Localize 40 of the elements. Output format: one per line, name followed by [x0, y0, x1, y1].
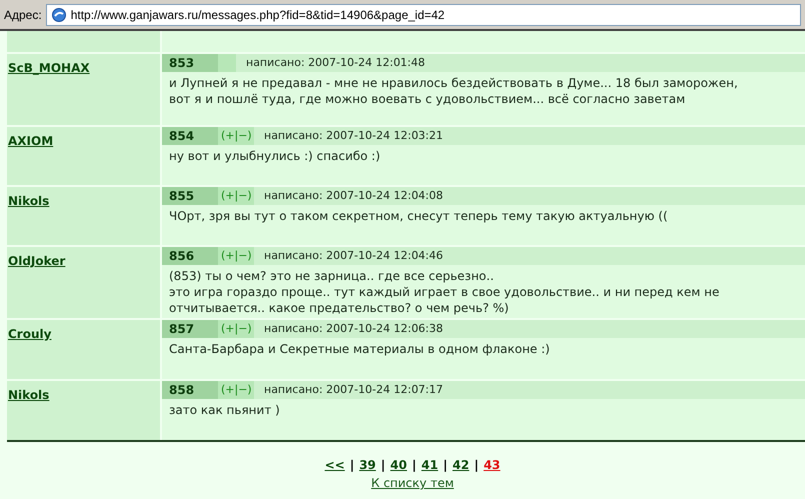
page-link[interactable]: 43	[484, 456, 500, 474]
author-link[interactable]: AXIOM	[8, 134, 54, 148]
author-link[interactable]: Crouly	[8, 327, 52, 341]
post-date: написано: 2007-10-24 12:03:21	[264, 128, 444, 144]
post-text: Санта-Барбара и Секретные материалы в одном флаконе :)	[168, 341, 551, 357]
post-date: написано: 2007-10-24 12:01:48	[246, 54, 426, 71]
author-link[interactable]: Nikols	[8, 194, 50, 208]
globe-icon	[50, 6, 67, 22]
page-link[interactable]: 42	[452, 456, 470, 474]
topic-list-link[interactable]: К списку тем	[371, 474, 454, 492]
author-link[interactable]: ScB_MOHAX	[8, 61, 90, 75]
separator: |	[443, 457, 448, 474]
post-text: ну вот и улыбнулись :) спасибо :)	[168, 148, 382, 164]
page-link[interactable]: 39	[359, 456, 376, 474]
post-date: написано: 2007-10-24 12:04:08	[264, 188, 444, 204]
post-number: 854	[162, 127, 218, 145]
post-date: написано: 2007-10-24 12:04:46	[264, 248, 444, 264]
address-label: Адрес:	[4, 6, 42, 24]
post-text: ЧОрт, зря вы тут о таком секретном, снесут теперь тему такую актуальную ((	[168, 208, 669, 224]
page-link[interactable]: 40	[390, 456, 407, 474]
post-date: написано: 2007-10-24 12:07:17	[264, 382, 444, 398]
separator: |	[350, 457, 354, 474]
author-link[interactable]: OldJoker	[8, 254, 66, 268]
post-text: (853) ты о чем? это не зарница.. где все серьезно.. это игра гораздо проще.. тут каждый играет в свое удовольствие.. и ни перед кем не отчитывается.. какое предательство? о чем речь? %)	[168, 268, 720, 316]
post-date: написано: 2007-10-24 12:06:38	[264, 320, 444, 337]
page-link[interactable]: <<	[324, 456, 345, 474]
post-number: 856	[162, 247, 218, 265]
post-number: 855	[162, 187, 218, 205]
post-text: зато как пьянит )	[168, 402, 281, 418]
post-number: 857	[162, 320, 218, 338]
page-link[interactable]: 41	[421, 456, 438, 474]
separator: |	[474, 457, 479, 474]
post-text: и Лупней я не предавал - мне не нравилось бездействовать в Думе... 18 был заморожен, вот я и пошлё туда, где можно воевать с удовольствием... всё согласно заветам	[168, 75, 739, 107]
post-number: 853	[162, 54, 218, 72]
address-field[interactable]: http://www.ganjawars.ru/messages.php?fid=8&tid=14906&page_id=42	[46, 4, 801, 26]
vote-area	[218, 54, 236, 72]
separator: |	[380, 457, 386, 474]
post-number: 858	[162, 381, 218, 399]
separator: |	[412, 457, 416, 474]
author-link[interactable]: Nikols	[8, 388, 50, 402]
